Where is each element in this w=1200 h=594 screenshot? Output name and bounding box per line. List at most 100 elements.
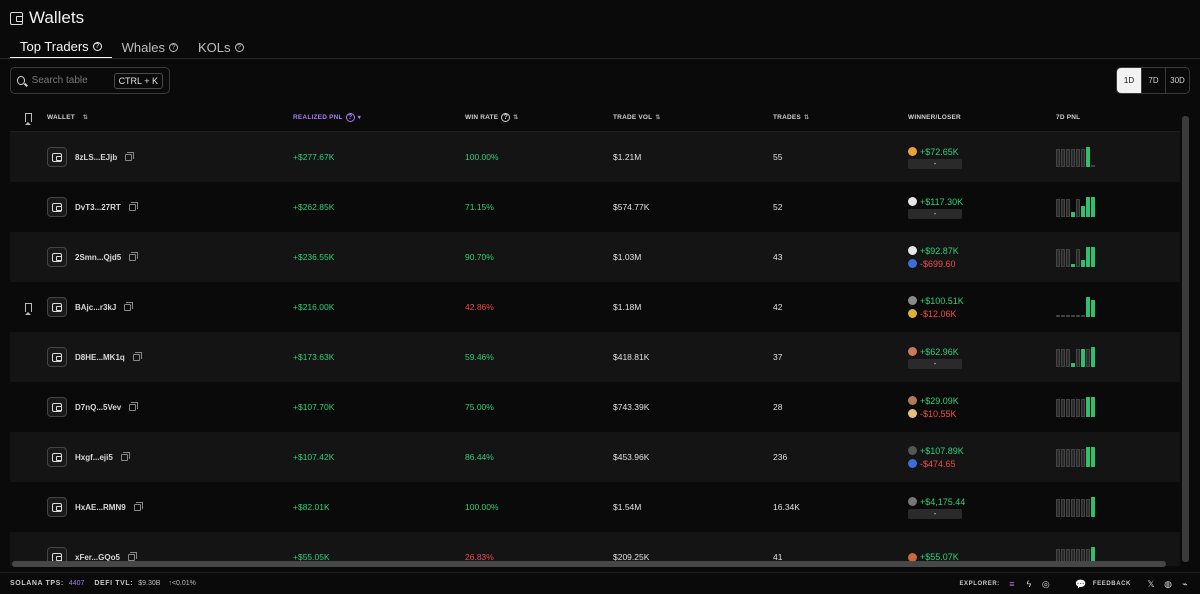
table-row[interactable]: D7nQ...5Vev +$107.70K 75.00% $743.39K 28 +$29…: [10, 382, 1180, 432]
tab-top-traders[interactable]: Top Traders ?: [10, 36, 112, 58]
table-row[interactable]: D8HE...MK1q +$173.63K 59.46% $418.81K 37 +$62…: [10, 332, 1180, 382]
copy-icon[interactable]: [132, 351, 142, 361]
column-trades[interactable]: TRADES ⇅: [773, 114, 908, 121]
help-icon[interactable]: ?: [234, 42, 244, 52]
wallet-cell[interactable]: 8zLS...EJjb: [47, 147, 293, 167]
solscan-icon[interactable]: ≡: [1007, 579, 1017, 589]
wallet-address[interactable]: D8HE...MK1q: [75, 353, 125, 362]
winner-line: +$117.30K: [908, 195, 1056, 208]
loser-empty: -: [908, 159, 962, 169]
wallet-address[interactable]: 8zLS...EJjb: [75, 153, 117, 162]
feedback-icon[interactable]: 💬: [1075, 579, 1086, 589]
wallet-cell[interactable]: DvT3...27RT: [47, 197, 293, 217]
column-win-rate[interactable]: WIN RATE? ⇅: [465, 113, 613, 122]
column-realized-pnl[interactable]: REALIZED PNL? ▾: [293, 113, 465, 122]
copy-icon[interactable]: [129, 401, 139, 411]
column-wallet[interactable]: WALLET ⇅: [47, 114, 293, 121]
winner-loser-cell: +$100.51K -$12.06K: [908, 294, 1056, 320]
timeframe-1d[interactable]: 1D: [1117, 68, 1141, 93]
spark-bar: [1071, 149, 1075, 167]
spark-bar: [1086, 447, 1090, 467]
wallet-icon: [52, 252, 62, 262]
help-icon[interactable]: ?: [169, 42, 179, 52]
bookmark-icon[interactable]: [25, 302, 32, 312]
spark-bar: [1081, 449, 1085, 467]
wallet-cell[interactable]: D7nQ...5Vev: [47, 397, 293, 417]
wallet-icon: [10, 11, 23, 25]
pnl-sparkline: [1056, 147, 1180, 167]
discord-icon[interactable]: ◍: [1163, 579, 1173, 589]
table-row[interactable]: 2Smn...Qjd5 +$236.55K 90.70% $1.03M 43 +$92.8…: [10, 232, 1180, 282]
horizontal-scrollbar[interactable]: [10, 561, 1170, 567]
win-rate: 75.00%: [465, 402, 494, 412]
copy-icon[interactable]: [127, 551, 137, 561]
spark-bar: [1056, 249, 1060, 267]
realized-pnl: +$277.67K: [293, 152, 335, 162]
bookmark-column-header[interactable]: [10, 113, 47, 122]
loser-line: -$699.60: [908, 257, 1056, 270]
winner-loser-cell: +$92.87K -$699.60: [908, 244, 1056, 270]
bookmark-cell[interactable]: [10, 302, 47, 312]
wallet-address[interactable]: Hxgf...eji5: [75, 453, 113, 462]
copy-icon[interactable]: [120, 451, 130, 461]
table-row[interactable]: DvT3...27RT +$262.85K 71.15% $574.77K 52 +$11…: [10, 182, 1180, 232]
win-rate: 100.00%: [465, 152, 499, 162]
spark-bar: [1061, 249, 1065, 267]
search-input[interactable]: [31, 75, 107, 86]
table-row[interactable]: HxAE...RMN9 +$82.01K 100.00% $1.54M 16.34K +$…: [10, 482, 1180, 532]
loser-empty: -: [908, 359, 962, 369]
tps-value: 4407: [68, 580, 85, 587]
trade-vol: $1.18M: [613, 302, 642, 312]
copy-icon[interactable]: [125, 151, 135, 161]
loser-value: -$10.55K: [920, 408, 957, 419]
copy-icon[interactable]: [129, 251, 139, 261]
token-icon: [908, 396, 917, 405]
wallet-cell[interactable]: D8HE...MK1q: [47, 347, 293, 367]
spark-bar: [1056, 315, 1060, 317]
search-box[interactable]: CTRL + K: [10, 67, 170, 94]
table-row[interactable]: 8zLS...EJjb +$277.67K 100.00% $1.21M 55 +$72.…: [10, 132, 1180, 182]
column-trade-vol[interactable]: TRADE VOL ⇅: [613, 114, 773, 121]
explorer-circle-icon[interactable]: ◎: [1041, 579, 1051, 589]
wallet-cell[interactable]: HxAE...RMN9: [47, 497, 293, 517]
tab-whales[interactable]: Whales ?: [112, 36, 188, 58]
table-row[interactable]: Hxgf...eji5 +$107.42K 86.44% $453.96K 236 +$1…: [10, 432, 1180, 482]
wallet-address[interactable]: 2Smn...Qjd5: [75, 253, 121, 262]
copy-icon[interactable]: [128, 201, 138, 211]
win-rate: 71.15%: [465, 202, 494, 212]
x-icon[interactable]: 𝕏: [1146, 579, 1156, 589]
timeframe-7d[interactable]: 7D: [1141, 68, 1165, 93]
wallet-cell[interactable]: BAjc...r3kJ: [47, 297, 293, 317]
trades-count: 37: [773, 352, 783, 362]
column-label: TRADES: [773, 114, 801, 121]
winner-value: +$4,175.44: [920, 496, 966, 507]
spark-bar: [1081, 499, 1085, 517]
realized-pnl: +$173.63K: [293, 352, 335, 362]
wallet-address[interactable]: D7nQ...5Vev: [75, 403, 121, 412]
copy-icon[interactable]: [124, 301, 134, 311]
token-icon: [908, 446, 917, 455]
spark-bar: [1081, 349, 1085, 367]
table-row[interactable]: BAjc...r3kJ +$216.00K 42.86% $1.18M 42 +$100.…: [10, 282, 1180, 332]
help-icon[interactable]: ?: [92, 42, 102, 51]
tab-label: KOLs: [198, 39, 231, 55]
tab-kols[interactable]: KOLs ?: [188, 36, 254, 58]
more-icon[interactable]: ⌁: [1180, 579, 1190, 589]
wallet-cell[interactable]: 2Smn...Qjd5: [47, 247, 293, 267]
feedback-button[interactable]: FEEDBACK: [1093, 581, 1131, 587]
wallet-address[interactable]: DvT3...27RT: [75, 203, 121, 212]
wallet-cell[interactable]: Hxgf...eji5: [47, 447, 293, 467]
spark-bar: [1076, 315, 1080, 317]
vertical-scrollbar[interactable]: [1182, 116, 1189, 564]
wallet-address[interactable]: HxAE...RMN9: [75, 503, 126, 512]
scrollbar-thumb[interactable]: [1182, 116, 1189, 562]
lightning-icon[interactable]: ϟ: [1024, 579, 1034, 589]
help-icon: ?: [501, 113, 511, 122]
wallet-address[interactable]: BAjc...r3kJ: [75, 303, 116, 312]
copy-icon[interactable]: [133, 501, 143, 511]
scrollbar-thumb[interactable]: [12, 561, 1166, 567]
timeframe-30d[interactable]: 30D: [1165, 68, 1189, 93]
trade-vol: $743.39K: [613, 402, 650, 412]
winner-loser-cell: +$72.65K -: [908, 145, 1056, 169]
wallet-icon: [52, 402, 62, 412]
